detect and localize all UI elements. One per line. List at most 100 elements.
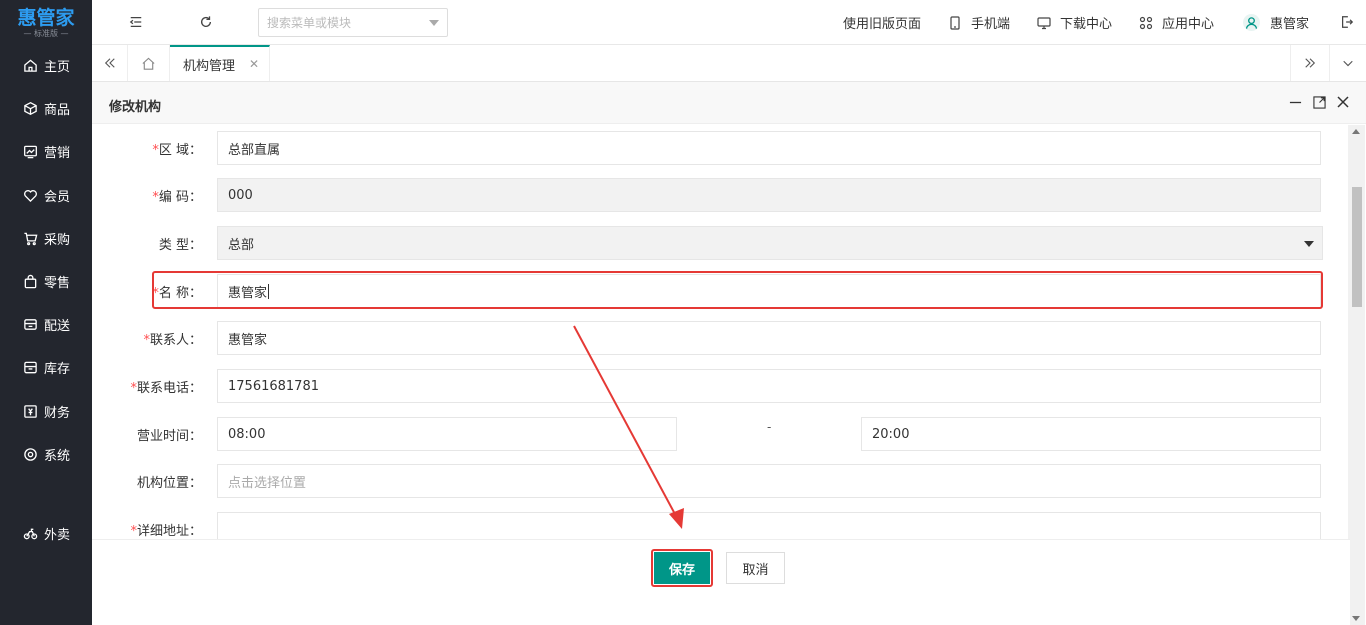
brand-logo: 惠管家 — 标准版 — (0, 0, 92, 44)
brand-name: 惠管家 (17, 7, 75, 29)
monitor-icon (1037, 16, 1051, 29)
sidebar-item-purchase[interactable]: 采购 (0, 223, 92, 253)
chevron-down-icon (1343, 60, 1353, 67)
sidebar-item-inventory[interactable]: 库存 (0, 352, 92, 382)
scroll-up-arrow-icon[interactable] (1352, 129, 1360, 134)
search-placeholder: 搜索菜单或模块 (267, 16, 352, 30)
tab-scroll-left-button[interactable] (92, 45, 128, 81)
sidebar-item-label: 商品 (44, 102, 71, 118)
sidebar-item-label: 库存 (44, 361, 71, 377)
location-picker[interactable]: 点击选择位置 (217, 464, 1321, 498)
sidebar-item-retail[interactable]: 零售 (0, 266, 92, 296)
chevron-down-icon (429, 20, 439, 26)
contact-input[interactable]: 惠管家 (217, 321, 1321, 355)
contact-value: 惠管家 (228, 332, 268, 348)
brand-edition: — 标准版 — (23, 29, 69, 38)
sidebar-item-finance[interactable]: 财务 (0, 396, 92, 426)
sidebar-item-products[interactable]: 商品 (0, 93, 92, 123)
phone-input[interactable]: 17561681781 (217, 369, 1321, 403)
tab-label: 机构管理 (183, 58, 236, 74)
user-name: 惠管家 (1270, 17, 1310, 32)
sidebar-item-label: 主页 (44, 59, 71, 75)
app-center-link[interactable]: 应用中心 (1139, 13, 1214, 32)
refresh-icon[interactable] (196, 12, 216, 32)
menu-collapse-icon[interactable] (126, 12, 146, 32)
save-button[interactable]: 保存 (654, 552, 710, 584)
sidebar: 惠管家 — 标准版 — 主页 商品 营销 会员 采购 零售 配送 库存 财务 系… (0, 0, 92, 625)
address-label: *详细地址： (130, 524, 202, 539)
region-label: *区 域： (152, 143, 202, 158)
tab-bar: 机构管理 ✕ (92, 45, 1366, 82)
cancel-button[interactable]: 取消 (726, 552, 785, 584)
maximize-icon[interactable] (1311, 94, 1327, 110)
sidebar-item-label: 会员 (44, 189, 71, 205)
code-value: 000 (228, 187, 253, 203)
close-icon[interactable] (1335, 94, 1351, 110)
sidebar-item-label: 采购 (44, 232, 71, 248)
sidebar-item-home[interactable]: 主页 (0, 50, 92, 80)
code-field: 000 (217, 178, 1321, 212)
scroll-thumb[interactable] (1352, 187, 1362, 307)
dialog-title: 修改机构 (109, 100, 162, 115)
scroll-down-arrow-icon[interactable] (1352, 616, 1360, 621)
mobile-label: 手机端 (971, 17, 1011, 32)
tab-menu-dropdown[interactable] (1330, 45, 1366, 81)
dialog-header: 修改机构 (92, 82, 1366, 124)
sidebar-item-takeaway[interactable]: 外卖 (0, 518, 92, 548)
sidebar-item-label: 零售 (44, 275, 71, 291)
sidebar-item-label: 营销 (44, 145, 71, 161)
bag-icon (22, 273, 38, 289)
hours-separator: - (767, 420, 772, 434)
sidebar-item-label: 财务 (44, 405, 71, 421)
menu-search-input[interactable]: 搜索菜单或模块 (258, 8, 448, 37)
heart-icon (22, 187, 38, 203)
truck-icon (22, 316, 38, 332)
tab-org-management[interactable]: 机构管理 ✕ (170, 45, 270, 81)
sidebar-item-members[interactable]: 会员 (0, 180, 92, 210)
apps-grid-icon (1139, 16, 1153, 29)
open-time-input[interactable]: 08:00 (217, 417, 677, 451)
top-bar: 搜索菜单或模块 使用旧版页面 手机端 下载中心 应用中心 惠管家 (92, 0, 1366, 45)
double-chevron-left-icon (104, 58, 115, 68)
settings-icon (22, 446, 38, 462)
close-time-input[interactable]: 20:00 (861, 417, 1321, 451)
region-field[interactable]: 总部直属 (217, 131, 1321, 165)
close-icon[interactable]: ✕ (249, 57, 259, 71)
hours-label: 营业时间： (136, 429, 202, 444)
home-icon (22, 57, 38, 73)
location-placeholder: 点击选择位置 (228, 475, 307, 491)
tab-scroll-right-button[interactable] (1290, 45, 1330, 81)
dialog-scrollbar[interactable] (1348, 125, 1365, 625)
phone-label: *联系电话： (130, 381, 202, 396)
minimize-icon[interactable] (1287, 94, 1303, 110)
chart-icon (22, 143, 38, 159)
mobile-icon (950, 15, 960, 30)
bike-icon (22, 525, 38, 541)
download-center-link[interactable]: 下载中心 (1037, 13, 1112, 32)
sidebar-item-system[interactable]: 系统 (0, 439, 92, 469)
old-version-link[interactable]: 使用旧版页面 (843, 13, 921, 32)
user-avatar-icon (1243, 14, 1260, 31)
address-input[interactable] (217, 512, 1321, 539)
edit-org-dialog: 修改机构 *区 域： 总部直属 *编 码： 000 类 型： 总部 *名 称： … (92, 82, 1366, 625)
logout-icon[interactable] (1337, 12, 1357, 32)
region-value: 总部直属 (228, 142, 281, 158)
old-version-label: 使用旧版页面 (843, 17, 922, 32)
type-value: 总部 (228, 237, 255, 253)
phone-value: 17561681781 (228, 378, 319, 394)
user-menu[interactable]: 惠管家 (1243, 13, 1309, 32)
box-icon (22, 359, 38, 375)
sidebar-item-delivery[interactable]: 配送 (0, 309, 92, 339)
sidebar-item-label: 外卖 (44, 527, 71, 543)
tab-home[interactable] (128, 45, 170, 81)
dialog-footer: 保存 取消 (92, 539, 1350, 625)
cube-icon (22, 100, 38, 116)
sidebar-item-label: 配送 (44, 318, 71, 334)
name-highlight-box (152, 271, 1323, 309)
download-label: 下载中心 (1060, 17, 1113, 32)
sidebar-item-marketing[interactable]: 营销 (0, 136, 92, 166)
type-select[interactable]: 总部 (217, 226, 1323, 260)
code-label: *编 码： (152, 190, 202, 205)
open-time-value: 08:00 (228, 426, 266, 442)
mobile-link[interactable]: 手机端 (948, 13, 1010, 32)
